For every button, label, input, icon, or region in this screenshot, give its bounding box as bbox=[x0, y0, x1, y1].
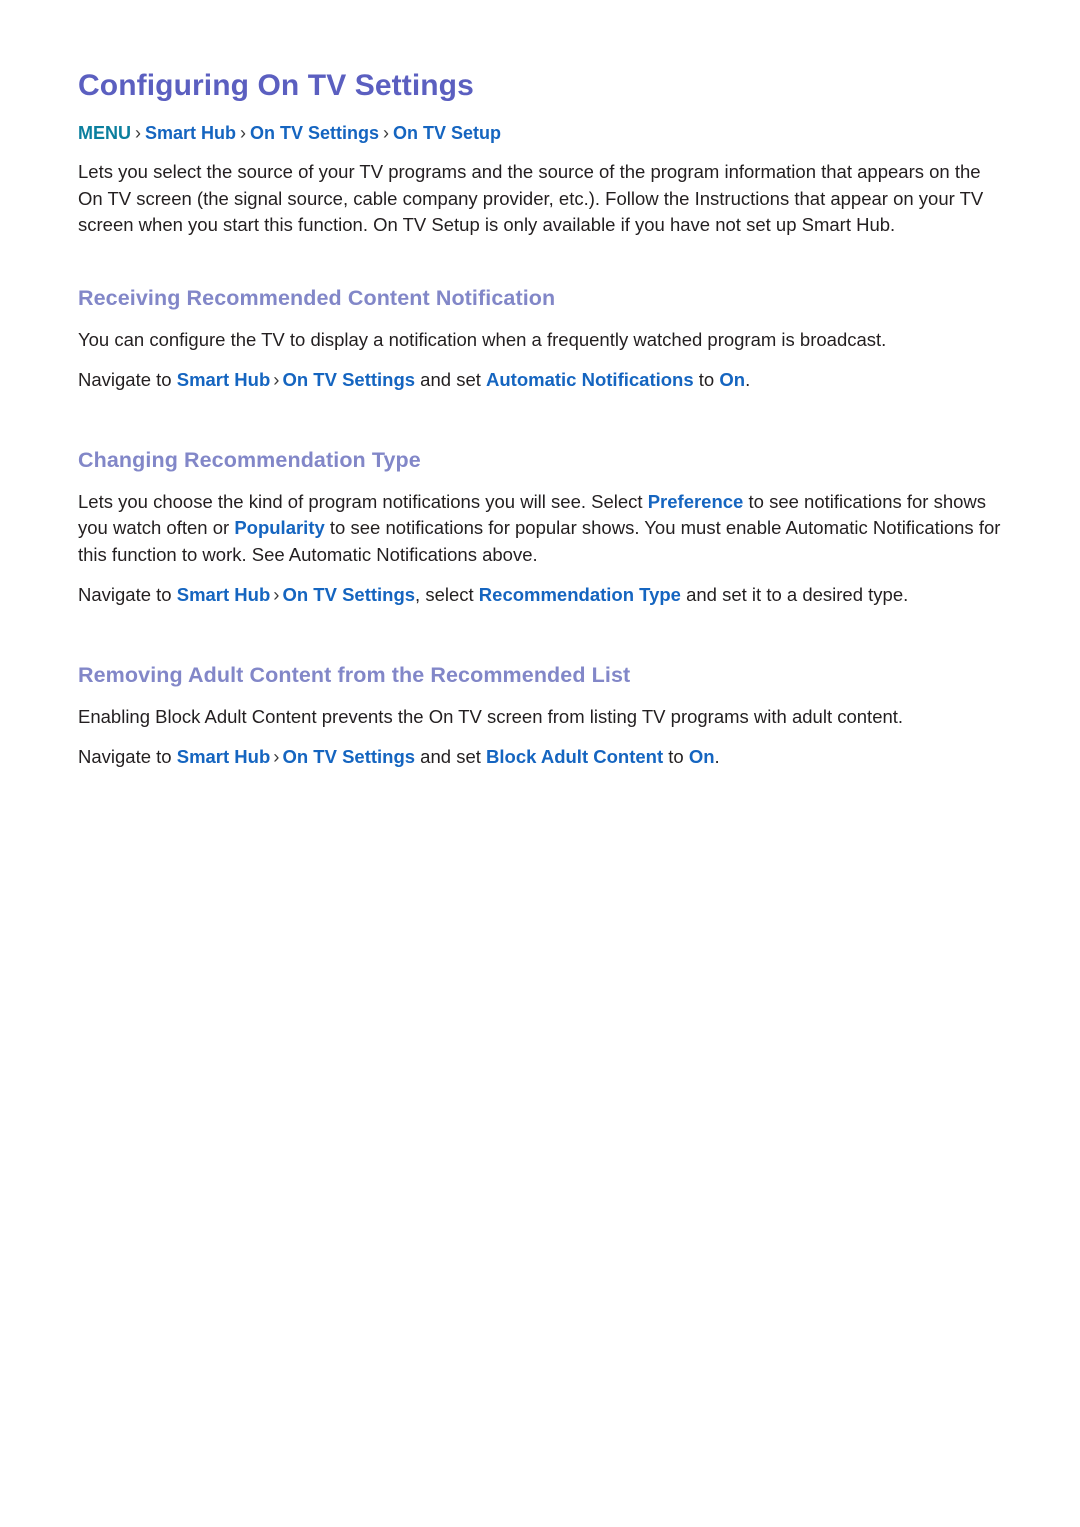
link-on[interactable]: On bbox=[689, 746, 715, 767]
breadcrumb-item-on-tv-setup[interactable]: On TV Setup bbox=[393, 123, 501, 143]
section-heading-changing-recommendation-type: Changing Recommendation Type bbox=[78, 447, 421, 472]
nav-suffix: . bbox=[714, 746, 720, 767]
document-content: Configuring On TV Settings MENU › Smart Hu… bbox=[78, 0, 1002, 771]
nav-prefix: Navigate to bbox=[78, 369, 177, 390]
breadcrumb-item-on-tv-settings[interactable]: On TV Settings bbox=[250, 123, 379, 143]
link-recommendation-type[interactable]: Recommendation Type bbox=[479, 584, 681, 605]
nav-connector: and set it to a desired type bbox=[680, 584, 904, 605]
link-on-tv-settings[interactable]: On TV Settings bbox=[282, 584, 415, 605]
nav-connector: to bbox=[693, 369, 720, 390]
breadcrumb: MENU › Smart Hub › On TV Settings › On TV Setu… bbox=[78, 104, 1002, 145]
section-2-body-part1: Lets you choose the kind of program noti… bbox=[78, 490, 648, 512]
nav-middle: and set bbox=[415, 746, 487, 767]
link-on-tv-settings[interactable]: On TV Settings bbox=[282, 746, 415, 767]
link-block-adult-content[interactable]: Block Adult Content bbox=[486, 746, 663, 767]
section-heading-receiving-recommended-content-notification: Receiving Recommended Content Notificati… bbox=[78, 285, 556, 310]
link-smart-hub[interactable]: Smart Hub bbox=[177, 746, 271, 767]
section-2-body: Lets you choose the kind of program noti… bbox=[78, 474, 1002, 569]
nav-prefix: Navigate to bbox=[78, 746, 177, 767]
link-popularity[interactable]: Popularity bbox=[234, 517, 324, 538]
section-3-body: Enabling Block Adult Content prevents th… bbox=[78, 705, 904, 727]
link-smart-hub[interactable]: Smart Hub bbox=[177, 584, 271, 605]
link-preference[interactable]: Preference bbox=[648, 491, 744, 512]
nav-connector: to bbox=[663, 746, 689, 767]
nav-separator: › bbox=[273, 584, 280, 605]
section-1-navigate-line: Navigate to Smart Hub › On TV Settings and… bbox=[78, 353, 1002, 394]
nav-middle: , select bbox=[415, 584, 479, 605]
breadcrumb-separator: › bbox=[383, 123, 390, 143]
section-2-navigate-line: Navigate to Smart Hub › On TV Settings, se… bbox=[78, 568, 1002, 609]
page-title: Configuring On TV Settings bbox=[78, 69, 474, 102]
nav-separator: › bbox=[273, 746, 280, 767]
nav-suffix: . bbox=[903, 584, 909, 605]
nav-prefix: Navigate to bbox=[78, 584, 177, 605]
nav-suffix: . bbox=[745, 369, 751, 390]
section-3-navigate-line: Navigate to Smart Hub › On TV Settings and… bbox=[78, 730, 1002, 771]
section-1-body: You can configure the TV to display a no… bbox=[78, 328, 887, 350]
nav-separator: › bbox=[273, 369, 280, 390]
breadcrumb-item-menu[interactable]: MENU bbox=[78, 123, 131, 143]
document-page: Configuring On TV Settings MENU › Smart Hu… bbox=[0, 0, 1080, 1527]
breadcrumb-item-smart-hub[interactable]: Smart Hub bbox=[145, 123, 236, 143]
nav-middle: and set bbox=[415, 369, 487, 390]
link-smart-hub[interactable]: Smart Hub bbox=[177, 369, 271, 390]
link-automatic-notifications[interactable]: Automatic Notifications bbox=[486, 369, 694, 390]
section-heading-removing-adult-content-from-the-recommended-list: Removing Adult Content from the Recommen… bbox=[78, 662, 631, 687]
intro-paragraph: Lets you select the source of your TV pr… bbox=[78, 161, 984, 235]
breadcrumb-separator: › bbox=[240, 123, 247, 143]
link-on[interactable]: On bbox=[719, 369, 745, 390]
breadcrumb-separator: › bbox=[135, 123, 141, 143]
link-on-tv-settings[interactable]: On TV Settings bbox=[282, 369, 415, 390]
